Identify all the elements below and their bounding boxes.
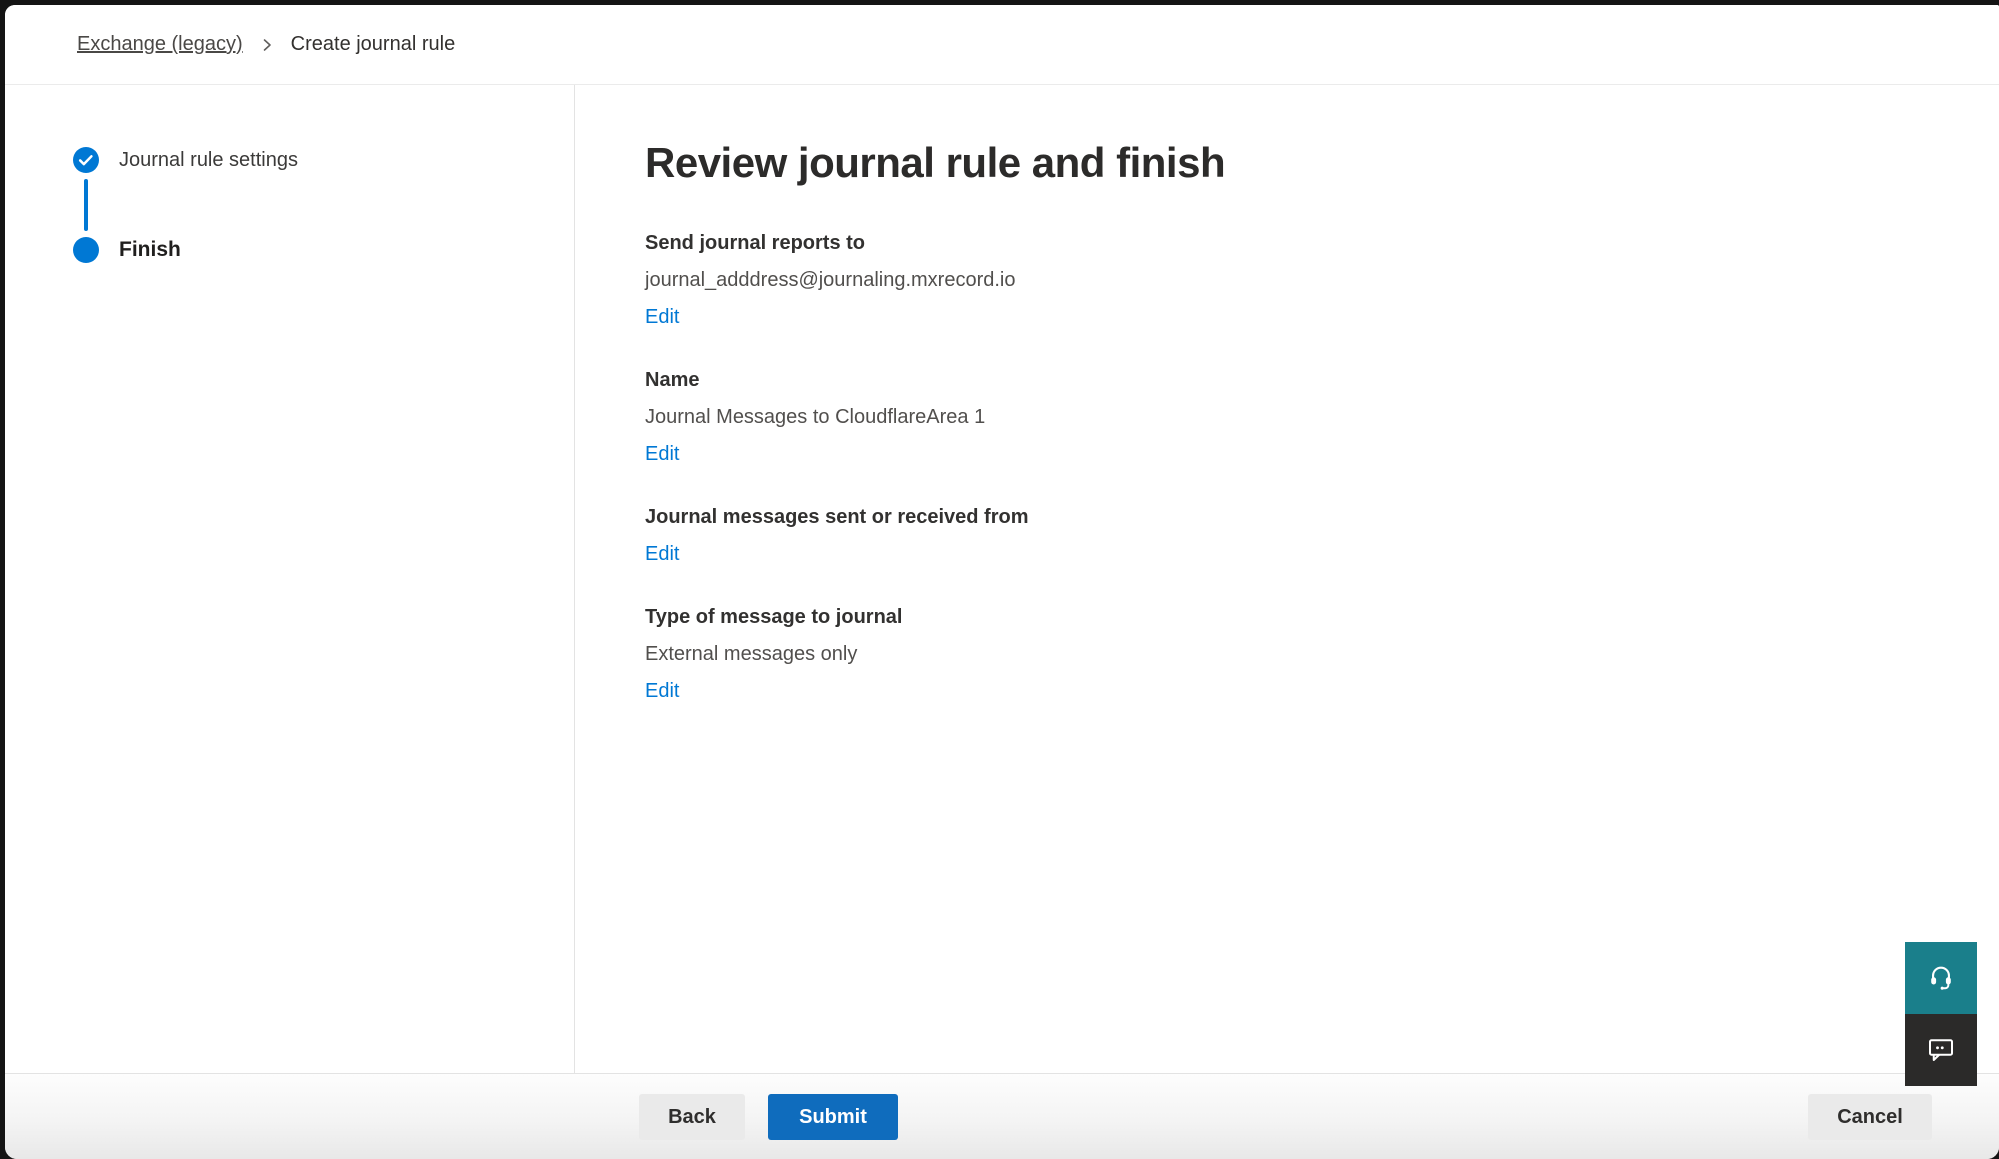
step-journal-rule-settings[interactable]: Journal rule settings (73, 147, 574, 173)
breadcrumb: Exchange (legacy) Create journal rule (5, 5, 1999, 85)
section-journal-messages-sent-or-received: Journal messages sent or received from E… (645, 504, 1999, 567)
edit-message-type-link[interactable]: Edit (645, 678, 679, 704)
step-current-dot-icon (73, 237, 99, 263)
section-send-journal-reports-to: Send journal reports to journal_adddress… (645, 230, 1999, 330)
back-button[interactable]: Back (639, 1094, 745, 1140)
review-pane: Review journal rule and finish Send jour… (575, 85, 1999, 1073)
breadcrumb-exchange-legacy-link[interactable]: Exchange (legacy) (77, 33, 243, 56)
section-type-of-message: Type of message to journal External mess… (645, 604, 1999, 704)
cancel-button[interactable]: Cancel (1808, 1094, 1932, 1140)
edit-scope-link[interactable]: Edit (645, 541, 679, 567)
feedback-button[interactable] (1905, 1014, 1977, 1086)
section-label: Type of message to journal (645, 604, 1999, 630)
section-label: Name (645, 367, 1999, 393)
step-connector-line (84, 179, 88, 231)
edit-send-reports-link[interactable]: Edit (645, 304, 679, 330)
message-type-value: External messages only (645, 641, 1999, 667)
section-label: Send journal reports to (645, 230, 1999, 256)
rule-name-value: Journal Messages to CloudflareArea 1 (645, 404, 1999, 430)
help-support-button[interactable] (1905, 942, 1977, 1014)
floating-button-stack (1905, 942, 1977, 1086)
step-finish[interactable]: Finish (73, 237, 574, 263)
submit-button[interactable]: Submit (768, 1094, 898, 1140)
wizard-footer: Back Submit Cancel (5, 1073, 1999, 1159)
chat-feedback-icon (1926, 1034, 1956, 1067)
edit-name-link[interactable]: Edit (645, 441, 679, 467)
section-label: Journal messages sent or received from (645, 504, 1999, 530)
breadcrumb-create-journal-rule: Create journal rule (291, 33, 456, 56)
content-area: Journal rule settings Finish Review jour… (5, 85, 1999, 1073)
exchange-admin-window: Exchange (legacy) Create journal rule Jo… (5, 5, 1999, 1159)
step-completed-check-icon (73, 147, 99, 173)
headset-icon (1927, 963, 1955, 994)
section-name: Name Journal Messages to CloudflareArea … (645, 367, 1999, 467)
wizard-steps-panel: Journal rule settings Finish (5, 85, 575, 1073)
chevron-right-icon (259, 37, 275, 53)
journal-report-address-value: journal_adddress@journaling.mxrecord.io (645, 267, 1999, 293)
step-label-journal-rule-settings: Journal rule settings (119, 149, 298, 172)
step-label-finish: Finish (119, 238, 181, 262)
page-title: Review journal rule and finish (645, 137, 1999, 190)
